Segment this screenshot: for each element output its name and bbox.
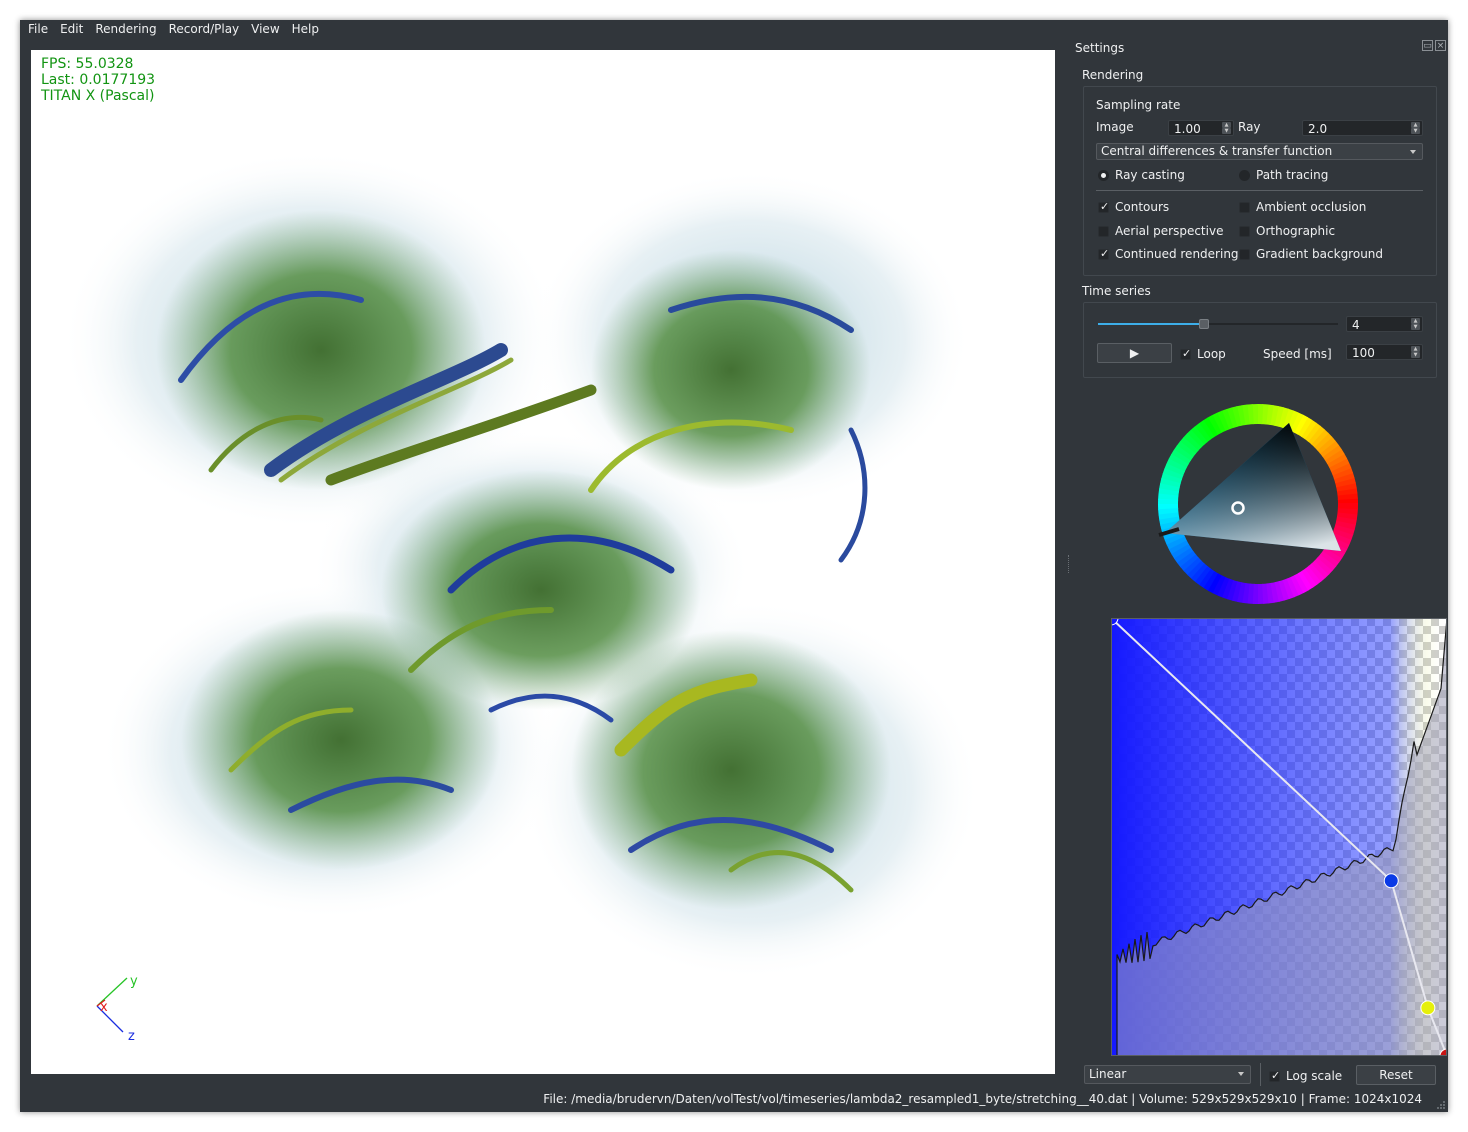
speed-spinbox[interactable]: 100 ▲ ▼ xyxy=(1346,344,1423,360)
settings-dock: Settings ▭ × Rendering Sampling rate Ima… xyxy=(1069,38,1448,1086)
time-slider-handle[interactable] xyxy=(1199,319,1209,329)
image-sampling-value: 1.00 xyxy=(1174,122,1201,136)
gradient-background-label: Gradient background xyxy=(1256,247,1384,261)
control-point-1[interactable] xyxy=(1383,873,1399,889)
gradient-background-checkbox[interactable]: Gradient background xyxy=(1239,247,1383,261)
play-icon: ▶ xyxy=(1129,346,1140,360)
aerial-perspective-label: Aerial perspective xyxy=(1115,224,1224,238)
spin-down-icon[interactable]: ▼ xyxy=(1411,324,1420,330)
checkbox-indicator xyxy=(1098,225,1109,237)
checkbox-indicator xyxy=(1239,201,1250,213)
path-tracing-label: Path tracing xyxy=(1256,168,1329,182)
image-sampling-label: Image xyxy=(1096,120,1134,134)
log-scale-label: Log scale xyxy=(1286,1069,1343,1083)
main-window: File Edit Rendering Record/Play View Hel… xyxy=(20,20,1448,1112)
shading-mode-value: Central differences & transfer function xyxy=(1101,144,1333,158)
status-text: File: /media/brudervn/Daten/volTest/vol/… xyxy=(543,1092,1422,1106)
aerial-perspective-checkbox[interactable]: Aerial perspective xyxy=(1098,224,1223,238)
spin-down-icon[interactable]: ▼ xyxy=(1411,128,1420,134)
ray-sampling-spinbox[interactable]: 2.0 ▲ ▼ xyxy=(1302,120,1423,136)
loop-label: Loop xyxy=(1197,347,1226,361)
status-bar: File: /media/brudervn/Daten/volTest/vol/… xyxy=(20,1090,1448,1112)
gpu-name: TITAN X (Pascal) xyxy=(41,88,155,104)
reset-button[interactable]: Reset xyxy=(1356,1065,1436,1085)
ambient-occlusion-label: Ambient occlusion xyxy=(1256,200,1367,214)
checkbox-indicator xyxy=(1098,247,1109,260)
checkbox-indicator xyxy=(1098,200,1109,213)
float-icon[interactable]: ▭ xyxy=(1422,40,1433,51)
rendering-group-title: Rendering xyxy=(1082,68,1144,82)
image-sampling-spinbox[interactable]: 1.00 ▲ ▼ xyxy=(1168,120,1234,136)
spin-down-icon[interactable]: ▼ xyxy=(1411,352,1420,358)
stats-overlay: FPS: 55.0328 Last: 0.0177193 TITAN X (Pa… xyxy=(41,56,155,104)
orthographic-checkbox[interactable]: Orthographic xyxy=(1239,224,1335,238)
ray-casting-label: Ray casting xyxy=(1115,168,1185,182)
transfer-function-editor[interactable] xyxy=(1111,618,1447,1056)
frame-value: 4 xyxy=(1352,318,1360,332)
contours-label: Contours xyxy=(1115,200,1170,214)
dock-buttons: ▭ × xyxy=(1422,40,1446,51)
continued-rendering-label: Continued rendering xyxy=(1115,247,1239,261)
radio-indicator xyxy=(1098,169,1109,181)
menu-help[interactable]: Help xyxy=(286,20,325,38)
path-tracing-radio[interactable]: Path tracing xyxy=(1239,168,1328,182)
ambient-occlusion-checkbox[interactable]: Ambient occlusion xyxy=(1239,200,1366,214)
menu-rendering[interactable]: Rendering xyxy=(89,20,162,38)
frame-spinbox[interactable]: 4 ▲ ▼ xyxy=(1346,316,1423,332)
fps-readout: FPS: 55.0328 xyxy=(41,56,134,72)
axis-gizmo: y x z xyxy=(96,976,138,1044)
render-viewport[interactable]: FPS: 55.0328 Last: 0.0177193 TITAN X (Pa… xyxy=(31,50,1055,1074)
ray-casting-radio[interactable]: Ray casting xyxy=(1098,168,1185,182)
checkbox-indicator xyxy=(1239,225,1250,237)
contours-checkbox[interactable]: Contours xyxy=(1098,200,1169,214)
menu-view[interactable]: View xyxy=(245,20,285,38)
radio-indicator xyxy=(1239,169,1250,181)
chevron-down-icon xyxy=(1410,150,1416,154)
menu-file[interactable]: File xyxy=(22,20,54,38)
ray-sampling-label: Ray xyxy=(1238,120,1261,134)
time-slider-fill xyxy=(1098,323,1204,325)
menu-bar: File Edit Rendering Record/Play View Hel… xyxy=(20,20,1448,38)
axis-x-label: x xyxy=(100,1000,108,1015)
axis-z-label: z xyxy=(128,1029,135,1044)
sampling-rate-label: Sampling rate xyxy=(1096,98,1181,112)
interpolation-value: Linear xyxy=(1089,1067,1127,1081)
divider xyxy=(1096,190,1423,191)
shading-mode-combo[interactable]: Central differences & transfer function xyxy=(1096,143,1423,160)
volume-rendering xyxy=(61,150,981,980)
play-button[interactable]: ▶ xyxy=(1097,343,1172,363)
divider xyxy=(1260,1063,1261,1086)
continued-rendering-checkbox[interactable]: Continued rendering xyxy=(1098,247,1239,261)
orthographic-label: Orthographic xyxy=(1256,224,1336,238)
checkbox-indicator xyxy=(1239,248,1250,260)
resize-grip-icon[interactable] xyxy=(1436,1100,1446,1110)
axis-y-label: y xyxy=(130,976,138,989)
menu-record-play[interactable]: Record/Play xyxy=(163,20,246,38)
loop-checkbox[interactable]: Loop xyxy=(1180,347,1226,361)
speed-label: Speed [ms] xyxy=(1263,347,1332,361)
close-icon[interactable]: × xyxy=(1435,40,1446,51)
color-wheel[interactable] xyxy=(1153,399,1363,609)
frame-time-readout: Last: 0.0177193 xyxy=(41,72,156,88)
menu-edit[interactable]: Edit xyxy=(54,20,89,38)
chevron-down-icon xyxy=(1238,1072,1244,1076)
time-series-group-title: Time series xyxy=(1082,284,1151,298)
speed-value: 100 xyxy=(1352,346,1375,360)
interpolation-combo[interactable]: Linear xyxy=(1084,1065,1251,1084)
ray-sampling-value: 2.0 xyxy=(1308,122,1328,136)
dock-title: Settings xyxy=(1075,41,1125,55)
rendering-group: Sampling rate Image 1.00 ▲ ▼ Ray 2.0 ▲ ▼ C… xyxy=(1083,86,1437,276)
reset-button-label: Reset xyxy=(1379,1068,1413,1082)
checkbox-indicator xyxy=(1180,347,1191,360)
log-scale-checkbox[interactable]: Log scale xyxy=(1269,1069,1342,1083)
time-series-group: 4 ▲▼ ▶ Loop Speed [ms] 100 ▲▼ xyxy=(1083,302,1437,378)
control-point-2[interactable] xyxy=(1420,1000,1436,1016)
checkbox-indicator xyxy=(1269,1069,1280,1082)
spin-down-icon[interactable]: ▼ xyxy=(1222,128,1231,134)
